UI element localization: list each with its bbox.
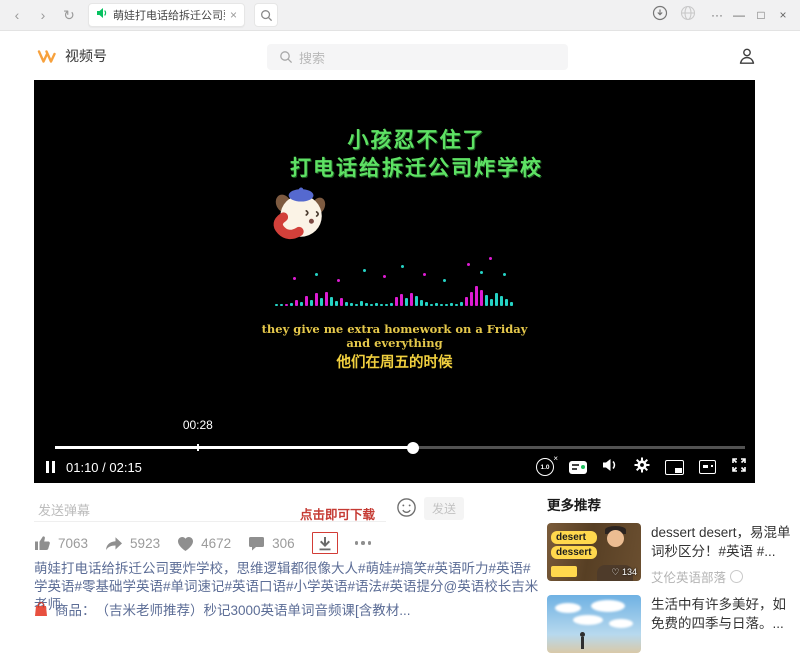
subtitle-en-1: they give me extra homework on a Friday (34, 322, 755, 336)
recommendation-title[interactable]: dessert desert，易混单词秒区分！#英语 #... (651, 523, 797, 561)
share-stat[interactable]: 5923 (105, 536, 160, 551)
back-icon[interactable]: ‹ (10, 8, 24, 22)
danmaku-input[interactable]: 发送弹幕 (38, 500, 90, 519)
product-label: 商品： (55, 599, 96, 619)
time-display: 01:10 / 02:15 (66, 460, 142, 475)
engagement-row: 7063 5923 4672 306 (34, 531, 371, 555)
close-window-icon[interactable]: × (772, 8, 794, 22)
share-icon (105, 536, 123, 551)
forward-icon[interactable]: › (36, 8, 50, 22)
playback-speed-button[interactable]: 1.0× (536, 458, 554, 476)
recommendation-card[interactable]: desert dessert ♡ 134 dessert desert，易混单词… (547, 523, 797, 586)
dog-phone-sticker (270, 186, 328, 244)
comment-stat[interactable]: 306 (248, 536, 295, 551)
shopping-bag-icon (34, 601, 48, 617)
subtitle-en-2: and everything (34, 336, 755, 350)
thumbs-up-icon (34, 535, 51, 551)
video-overlay-title-2: 打电话给拆迁公司炸学校 (56, 152, 755, 182)
video-player[interactable]: 小孩忍不住了 打电话给拆迁公司炸学校 they give me extra ho… (34, 80, 755, 483)
channels-logo-icon (36, 48, 58, 65)
progress-played (55, 446, 413, 449)
thumb-word-label: dessert (551, 546, 597, 559)
progress-bar[interactable]: 00:28 (55, 446, 745, 449)
heart-icon (177, 536, 194, 551)
recommendation-channel[interactable]: 艾伦英语部落 (651, 567, 797, 586)
brand-name: 视频号 (65, 46, 107, 66)
tab-audio-icon (96, 6, 108, 24)
browser-chrome: ‹ › ↻ 萌娃打电话给拆迁公司要炸学 × ··· — □ × (0, 0, 800, 31)
browser-tab[interactable]: 萌娃打电话给拆迁公司要炸学 × (88, 3, 245, 27)
recommendation-thumbnail[interactable]: desert dessert ♡ 134 (547, 523, 641, 581)
send-button[interactable]: 发送 (424, 497, 464, 520)
thumb-like-count: ♡ 134 (611, 567, 637, 578)
comment-icon (248, 536, 265, 551)
reload-icon[interactable]: ↻ (62, 8, 76, 22)
pause-button[interactable] (46, 461, 55, 473)
maximize-icon[interactable]: □ (750, 8, 772, 22)
progress-thumb[interactable] (407, 442, 419, 454)
emoji-icon[interactable] (396, 497, 417, 523)
favorite-stat[interactable]: 4672 (177, 536, 231, 551)
browser-menu-icon[interactable]: ··· (706, 8, 728, 22)
recommendation-card[interactable]: 生活中有许多美好，如免费的四季与日落。... (547, 595, 797, 653)
player-controls: 01:10 / 02:15 1.0× (46, 456, 747, 478)
minimize-icon[interactable]: — (728, 8, 750, 22)
search-input[interactable]: 搜索 (267, 44, 568, 70)
thumb-word-label: desert (551, 531, 597, 544)
search-icon (260, 9, 273, 22)
channels-logo[interactable]: 视频号 (36, 46, 107, 66)
channel-badge-icon (730, 570, 743, 583)
audio-waveform (275, 246, 515, 306)
recommendation-title[interactable]: 生活中有许多美好，如免费的四季与日落。... (651, 595, 797, 633)
tab-search-button[interactable] (254, 3, 278, 27)
danmaku-toggle-icon[interactable] (569, 461, 587, 474)
picture-in-picture-icon[interactable] (665, 460, 684, 475)
like-stat[interactable]: 7063 (34, 535, 88, 551)
tab-title: 萌娃打电话给拆迁公司要炸学 (113, 7, 225, 23)
thumb-badge (551, 566, 577, 577)
recommendations-sidebar: 更多推荐 desert dessert ♡ 134 dessert desert… (547, 494, 797, 653)
more-options-icon[interactable] (355, 541, 372, 545)
browser-download-icon[interactable] (652, 5, 668, 26)
download-icon (318, 536, 332, 551)
download-button[interactable] (312, 532, 338, 554)
search-icon (279, 50, 293, 64)
volume-icon[interactable] (602, 458, 619, 477)
profile-icon[interactable] (737, 46, 757, 71)
fullscreen-icon[interactable] (731, 457, 747, 478)
recommendation-thumbnail[interactable] (547, 595, 641, 653)
subtitle-zh: 他们在周五的时候 (34, 351, 755, 372)
hover-time-tooltip: 00:28 (183, 418, 213, 432)
settings-gear-icon[interactable] (634, 457, 650, 478)
mini-player-icon[interactable] (699, 460, 716, 474)
browser-profile-icon[interactable] (680, 5, 696, 26)
tab-close-icon[interactable]: × (230, 8, 237, 22)
hover-tick (197, 444, 199, 451)
product-link[interactable]: 商品：（吉米老师推荐）秒记3000英语单词音频课[含教材... (34, 599, 411, 619)
video-overlay-title-1: 小孩忍不住了 (56, 124, 755, 154)
download-hint-text: 点击即可下载 (300, 504, 375, 523)
recommendations-heading: 更多推荐 (547, 494, 797, 514)
product-text: （吉米老师推荐）秒记3000英语单词音频课[含教材... (96, 599, 411, 619)
search-placeholder: 搜索 (299, 48, 325, 67)
